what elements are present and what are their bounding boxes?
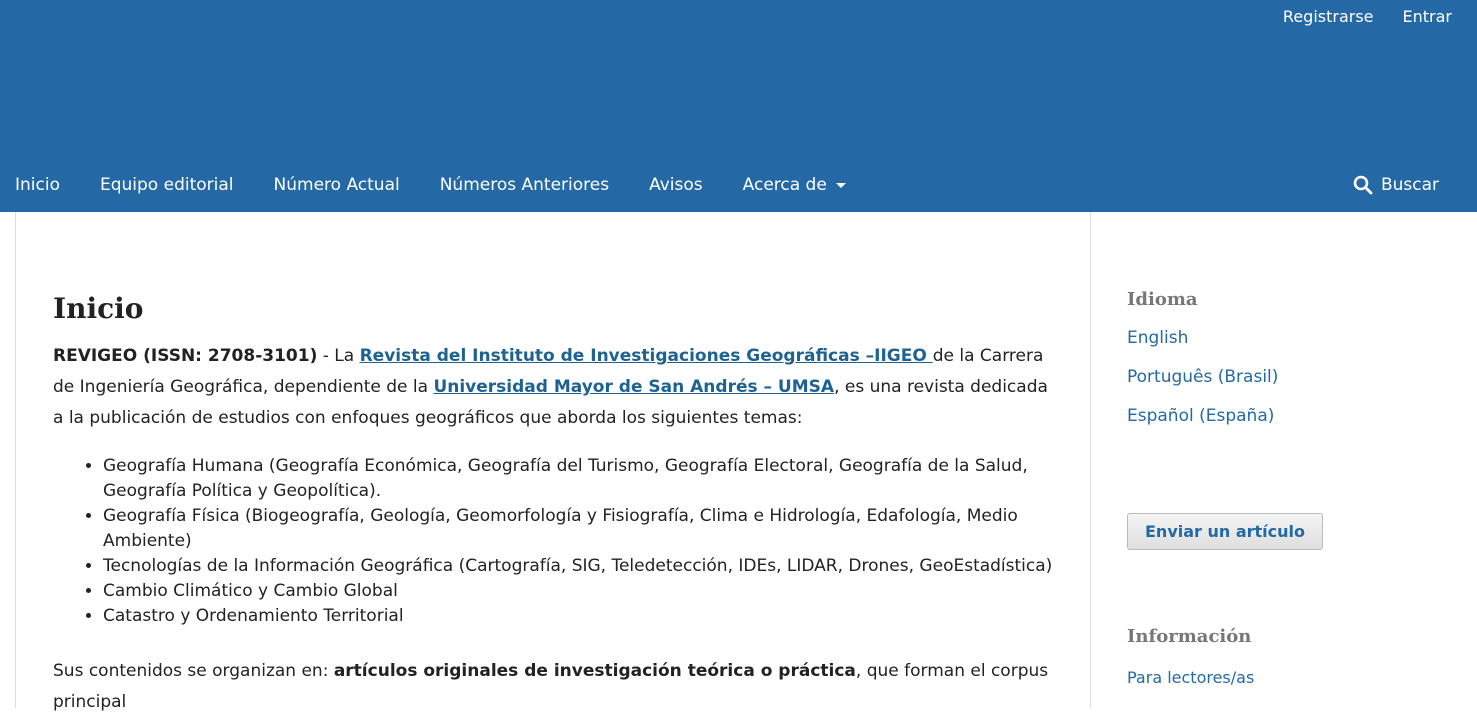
topics-list: Geografía Humana (Geografía Económica, G… [53, 454, 1063, 629]
list-item: Cambio Climático y Cambio Global [103, 579, 1063, 604]
site-header: Registrarse Entrar Inicio Equipo editori… [0, 0, 1477, 212]
page-title: Inicio [53, 292, 144, 325]
issn-label: REVIGEO (ISSN: 2708-3101) [53, 346, 318, 366]
list-item: Geografía Humana (Geografía Económica, G… [103, 454, 1063, 504]
lang-espanol[interactable]: Español (España) [1127, 406, 1274, 426]
language-block: Idioma English Português (Brasil) Españo… [1127, 289, 1278, 443]
nav-inicio[interactable]: Inicio [15, 175, 60, 195]
login-link[interactable]: Entrar [1403, 7, 1452, 26]
language-list: English Português (Brasil) Español (Espa… [1127, 326, 1278, 429]
intro-text-1: - La [317, 346, 360, 366]
main-nav: Inicio Equipo editorial Número Actual Nú… [15, 175, 846, 195]
search-label: Buscar [1380, 175, 1439, 195]
list-item: Geografía Física (Biogeografía, Geología… [103, 504, 1063, 554]
readers-link[interactable]: Para lectores/as [1127, 668, 1254, 687]
info-block-title: Información [1127, 626, 1252, 647]
lang-portugues[interactable]: Português (Brasil) [1127, 367, 1278, 387]
umsa-link[interactable]: Universidad Mayor de San Andrés – UMSA [433, 377, 834, 397]
main-content-area: Inicio REVIGEO (ISSN: 2708-3101) - La Re… [15, 212, 1091, 712]
para2-bold: artículos originales de investigación te… [333, 661, 856, 681]
nav-acerca-de[interactable]: Acerca de [743, 175, 846, 195]
list-item: English [1127, 326, 1278, 351]
search-button[interactable]: Buscar [1353, 175, 1439, 195]
lang-english[interactable]: English [1127, 328, 1188, 348]
list-item: Catastro y Ordenamiento Territorial [103, 604, 1063, 629]
content-paragraph: Sus contenidos se organizan en: artículo… [53, 656, 1063, 718]
register-link[interactable]: Registrarse [1283, 7, 1374, 26]
main-content: Inicio REVIGEO (ISSN: 2708-3101) - La Re… [53, 292, 1063, 718]
list-item: Tecnologías de la Información Geográfica… [103, 554, 1063, 579]
info-block: Información Para lectores/as [1127, 626, 1254, 687]
nav-acerca-de-label: Acerca de [742, 175, 827, 195]
submit-block: Enviar un artículo [1127, 513, 1324, 550]
nav-avisos[interactable]: Avisos [649, 175, 703, 195]
list-item: Español (España) [1127, 404, 1278, 429]
para2-text-1: Sus contenidos se organizan en: [53, 661, 334, 681]
submit-article-button[interactable]: Enviar un artículo [1127, 513, 1324, 550]
nav-equipo-editorial[interactable]: Equipo editorial [100, 175, 234, 195]
intro-paragraph: REVIGEO (ISSN: 2708-3101) - La Revista d… [53, 341, 1063, 434]
user-nav: Registrarse Entrar [1283, 7, 1452, 26]
list-item: Português (Brasil) [1127, 365, 1278, 390]
caret-down-icon [835, 182, 846, 188]
language-block-title: Idioma [1127, 289, 1198, 310]
search-icon [1353, 175, 1373, 195]
iigeo-link[interactable]: Revista del Instituto de Investigaciones… [360, 346, 933, 366]
nav-numeros-anteriores[interactable]: Números Anteriores [440, 175, 609, 195]
nav-numero-actual[interactable]: Número Actual [274, 175, 400, 195]
